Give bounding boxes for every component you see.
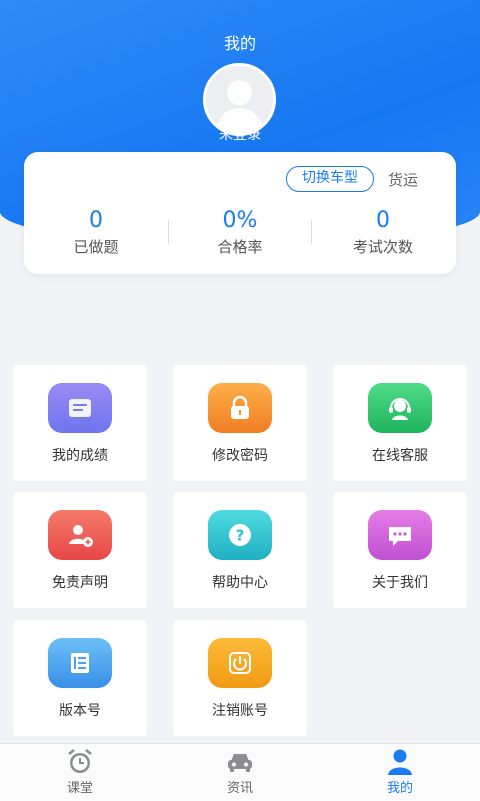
login-status[interactable]: 未登录 bbox=[0, 124, 480, 144]
menu-label: 免责声明 bbox=[52, 575, 108, 591]
menu-label: 在线客服 bbox=[372, 448, 428, 464]
vehicle-type-label: 货运 bbox=[388, 171, 419, 189]
tab-label: 资讯 bbox=[226, 781, 253, 796]
stat-label: 考试次数 bbox=[352, 238, 413, 256]
user-disclaimer-icon bbox=[48, 510, 112, 560]
alarm-clock-icon bbox=[68, 749, 92, 773]
stat-exam-count: 0 考试次数 bbox=[323, 208, 443, 257]
stat-divider bbox=[311, 220, 312, 244]
menu-cancel-account[interactable]: 注销账号 bbox=[173, 620, 307, 736]
menu-about-us[interactable]: 关于我们 bbox=[333, 492, 467, 608]
bottom-tab-bar: 课堂 资讯 我的 bbox=[0, 743, 480, 801]
menu-help-center[interactable]: ? 帮助中心 bbox=[173, 492, 307, 608]
svg-text:?: ? bbox=[236, 527, 245, 545]
stat-value: 0 bbox=[89, 208, 103, 233]
stat-questions-done: 0 已做题 bbox=[36, 208, 156, 257]
stat-divider bbox=[168, 220, 169, 244]
stat-pass-rate: 0% 合格率 bbox=[180, 208, 300, 257]
power-icon bbox=[208, 638, 272, 688]
menu-label: 修改密码 bbox=[212, 448, 268, 464]
stat-value: 0% bbox=[222, 208, 258, 233]
menu-my-scores[interactable]: 我的成绩 bbox=[13, 365, 147, 481]
help-question-icon: ? bbox=[208, 510, 272, 560]
tab-label: 课堂 bbox=[66, 781, 93, 796]
stats-card: 切换车型 货运 0 已做题 0% 合格率 0 考试次数 bbox=[24, 152, 456, 274]
menu-label: 我的成绩 bbox=[52, 448, 108, 464]
customer-service-icon bbox=[368, 383, 432, 433]
tab-classroom[interactable]: 课堂 bbox=[40, 748, 120, 796]
stat-label: 合格率 bbox=[217, 238, 263, 256]
menu-label: 版本号 bbox=[59, 703, 101, 719]
tab-label: 我的 bbox=[386, 781, 413, 796]
tab-mine[interactable]: 我的 bbox=[360, 748, 440, 796]
tab-news[interactable]: 资讯 bbox=[200, 748, 280, 796]
menu-change-password[interactable]: 修改密码 bbox=[173, 365, 307, 481]
default-avatar-icon bbox=[206, 66, 273, 133]
stat-value: 0 bbox=[376, 208, 390, 233]
person-icon bbox=[388, 749, 412, 775]
menu-disclaimer[interactable]: 免责声明 bbox=[13, 492, 147, 608]
car-icon bbox=[228, 754, 252, 772]
page-title: 我的 bbox=[223, 34, 256, 53]
score-report-icon bbox=[48, 383, 112, 433]
lock-icon bbox=[208, 383, 272, 433]
menu-label: 关于我们 bbox=[372, 575, 428, 591]
stat-label: 已做题 bbox=[73, 238, 119, 256]
menu-online-service[interactable]: 在线客服 bbox=[333, 365, 467, 481]
menu-label: 帮助中心 bbox=[212, 575, 268, 591]
menu-label: 注销账号 bbox=[212, 703, 268, 719]
switch-vehicle-button[interactable]: 切换车型 bbox=[286, 166, 374, 192]
message-bubble-icon bbox=[368, 510, 432, 560]
menu-version[interactable]: 版本号 bbox=[13, 620, 147, 736]
document-version-icon bbox=[48, 638, 112, 688]
